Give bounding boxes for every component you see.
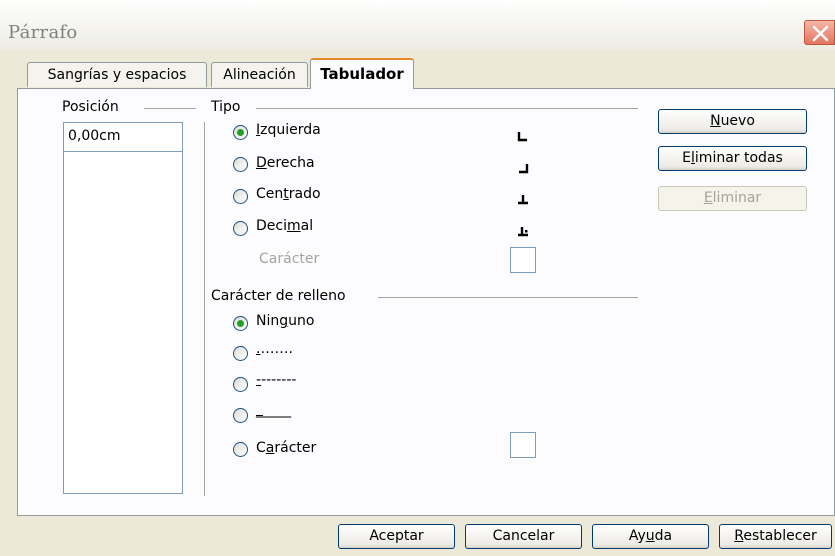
close-button[interactable] xyxy=(804,20,835,45)
help-button[interactable]: Ayuda xyxy=(592,524,709,549)
position-separator xyxy=(144,108,196,109)
tab-alignment[interactable]: Alineación xyxy=(211,62,308,87)
type-right-radio[interactable] xyxy=(233,157,248,172)
fill-underline-radio[interactable] xyxy=(233,408,248,423)
fill-separator xyxy=(378,297,638,298)
fill-dots-label[interactable]: .……. xyxy=(256,341,293,357)
fill-underline-label[interactable]: _____ xyxy=(256,402,291,418)
delete-all-button[interactable]: Eliminar todas xyxy=(658,146,807,171)
tab-tabs[interactable]: Tabulador xyxy=(310,58,414,89)
fill-character-input[interactable] xyxy=(510,432,536,458)
type-left-label[interactable]: Izquierda xyxy=(256,122,321,138)
position-input[interactable]: 0,00cm xyxy=(64,123,182,152)
type-decimal-radio[interactable] xyxy=(233,221,248,236)
tab-center-icon xyxy=(518,195,528,205)
tab-right-icon xyxy=(519,164,529,174)
fill-dots-radio[interactable] xyxy=(233,346,248,361)
position-list[interactable]: 0,00cm xyxy=(63,122,183,494)
fill-character-label[interactable]: Carácter xyxy=(256,440,316,456)
vertical-separator xyxy=(204,122,205,496)
tab-decimal-icon xyxy=(518,227,528,237)
type-decimal-label[interactable]: Decimal xyxy=(256,218,313,234)
fill-legend: Carácter de relleno xyxy=(211,288,346,304)
ok-button[interactable]: Aceptar xyxy=(338,524,455,549)
new-button[interactable]: Nuevo xyxy=(658,109,807,134)
type-character-label: Carácter xyxy=(259,251,320,267)
tab-indents-spacing[interactable]: Sangrías y espacios xyxy=(27,62,207,87)
position-legend: Posición xyxy=(62,99,119,115)
cancel-button[interactable]: Cancelar xyxy=(465,524,582,549)
type-left-radio[interactable] xyxy=(233,125,248,140)
title-bar: Párrafo xyxy=(0,0,835,50)
type-center-radio[interactable] xyxy=(233,189,248,204)
close-icon xyxy=(812,25,829,42)
type-center-label[interactable]: Centrado xyxy=(256,186,321,202)
fill-none-label[interactable]: Ninguno xyxy=(256,313,314,329)
window-title: Párrafo xyxy=(8,22,78,43)
fill-dashes-radio[interactable] xyxy=(233,377,248,392)
delete-button[interactable]: Eliminar xyxy=(658,186,807,211)
fill-dashes-label[interactable]: -------- xyxy=(256,372,296,388)
type-legend: Tipo xyxy=(211,99,241,115)
type-character-input[interactable] xyxy=(510,247,536,273)
fill-character-radio[interactable] xyxy=(233,442,248,457)
reset-button[interactable]: Restablecer xyxy=(719,524,832,549)
type-separator xyxy=(256,108,638,109)
tab-left-icon xyxy=(517,132,527,142)
type-right-label[interactable]: Derecha xyxy=(256,155,315,171)
fill-none-radio[interactable] xyxy=(233,316,248,331)
